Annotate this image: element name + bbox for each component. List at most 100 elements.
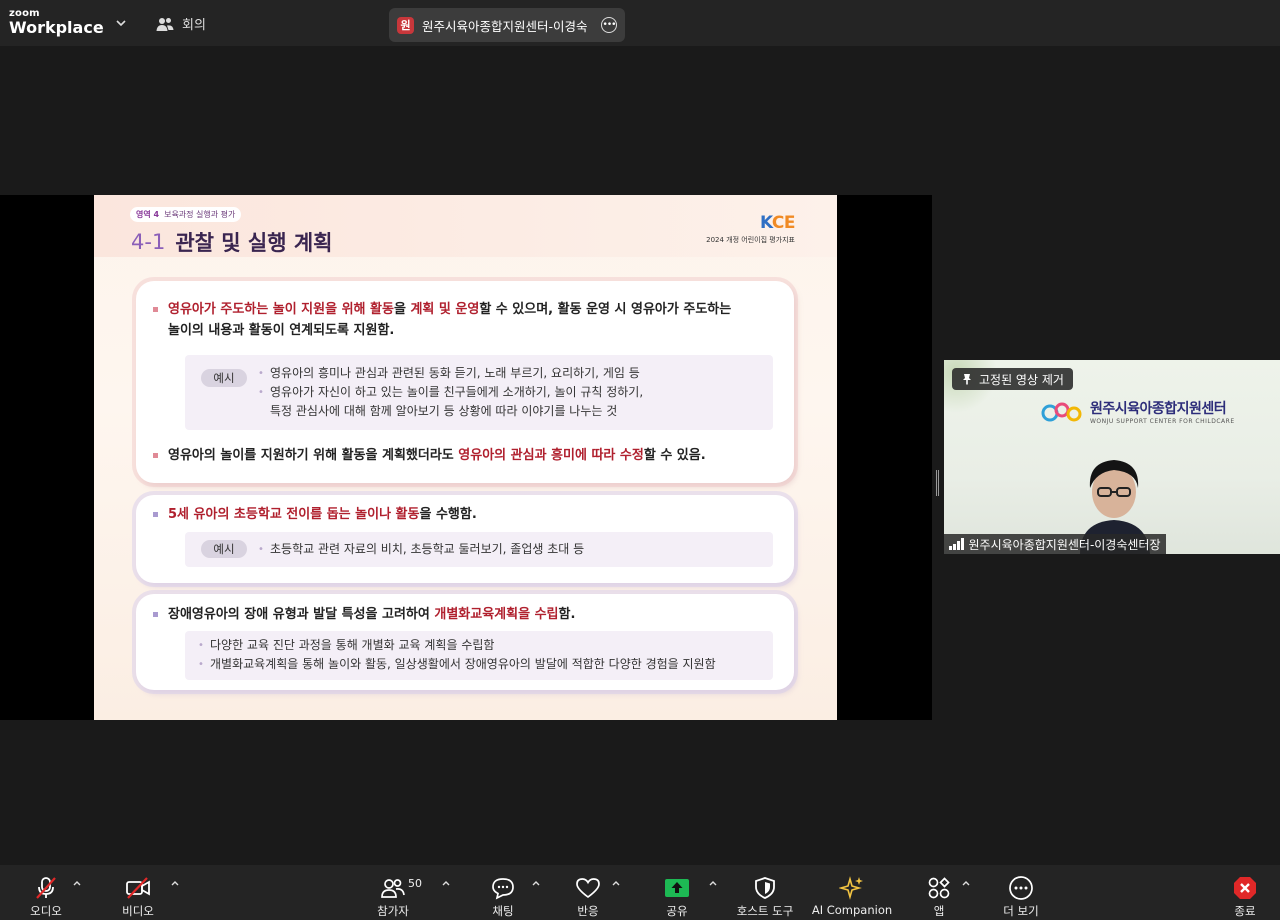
- video-options-caret-icon[interactable]: [170, 879, 180, 887]
- tag-title: 보육과정 실행과 평가: [164, 210, 236, 219]
- resize-handle[interactable]: [936, 470, 939, 496]
- heart-icon: [576, 878, 600, 899]
- speaker-avatar: 원: [397, 16, 414, 34]
- meeting-label: 회의: [182, 18, 206, 33]
- meeting-toolbar: 오디오 비디오 50 참가자 채팅 반응 공유 호스트 도구 AI Compan…: [0, 865, 1280, 920]
- example-line: 초등학교 관련 자료의 비치, 초등학교 둘러보기, 졸업생 초대 등: [258, 540, 584, 559]
- center-logo: 원주시육아종합지원센터 WONJU SUPPORT CENTER FOR CHI…: [1040, 398, 1235, 425]
- text: 을: [393, 302, 411, 317]
- more-options-icon[interactable]: •••: [601, 17, 617, 33]
- highlight: 5세 유아의 초등학교 전이를 돕는 놀이나 활동: [168, 507, 420, 522]
- slide-title-text: 관찰 및 실행 계획: [175, 231, 333, 255]
- example-badge: 예시: [201, 540, 247, 558]
- microphone-muted-icon: [36, 877, 56, 899]
- reactions-button[interactable]: 반응: [573, 865, 603, 920]
- highlight: 영유아의 관심과 흥미에 따라 수정: [458, 448, 644, 463]
- text: 할 수 있음.: [643, 448, 706, 463]
- text: 장애영유아의 장애 유형과 발달 특성을 고려하여: [168, 607, 435, 622]
- pin-icon: [963, 374, 971, 385]
- audio-options-caret-icon[interactable]: [72, 879, 82, 887]
- highlight: 영유아가 주도하는 놀이 지원을 위해 활동: [168, 302, 394, 317]
- center-name-en: WONJU SUPPORT CENTER FOR CHILDCARE: [1090, 418, 1235, 425]
- video-camera-off-icon: [126, 877, 150, 899]
- video-label: 비디오: [122, 904, 154, 918]
- apps-options-caret-icon[interactable]: [961, 879, 971, 887]
- apps-button[interactable]: 앱: [925, 865, 953, 920]
- reactions-options-caret-icon[interactable]: [611, 879, 621, 887]
- signal-icon: [949, 538, 964, 550]
- more-icon: [1009, 876, 1033, 900]
- bullet-2: 영유아의 놀이를 지원하기 위해 활동을 계획했더라도 영유아의 관심과 흥미에…: [153, 445, 778, 466]
- example-box-1: 예시 영유아의 흥미나 관심과 관련된 동화 듣기, 노래 부르기, 요리하기,…: [185, 355, 773, 430]
- text: 영유아의 놀이를 지원하기 위해 활동을 계획했더라도: [168, 448, 459, 463]
- brand-big: Workplace: [9, 18, 104, 37]
- center-name-kr: 원주시육아종합지원센터: [1090, 401, 1227, 417]
- participants-icon: [381, 879, 405, 898]
- chevron-down-icon[interactable]: [114, 16, 128, 30]
- reactions-label: 반응: [577, 904, 599, 918]
- share-button[interactable]: 공유: [662, 865, 692, 920]
- meeting-menu[interactable]: 회의: [156, 14, 206, 33]
- slide-title: 4-1 관찰 및 실행 계획: [131, 227, 333, 257]
- example-line: 개별화교육계획을 통해 놀이와 활동, 일상생활에서 장애영유아의 발달에 적합…: [198, 655, 716, 674]
- participant-name: 원주시육아종합지원센터-이경숙센터장: [968, 537, 1161, 552]
- participants-button[interactable]: 50 참가자: [372, 865, 422, 920]
- more-label: 더 보기: [1003, 904, 1039, 918]
- example-box-2: 예시 초등학교 관련 자료의 비치, 초등학교 둘러보기, 졸업생 초대 등: [185, 532, 773, 567]
- bullet-4: 장애영유아의 장애 유형과 발달 특성을 고려하여 개별화교육계획을 수립함.: [153, 604, 778, 625]
- text: 함.: [558, 607, 576, 622]
- presentation-slide: 영역 4 보육과정 실행과 평가 4-1 관찰 및 실행 계획 KCE 2024…: [94, 195, 837, 720]
- highlight: 계획 및 운영: [410, 302, 480, 317]
- remove-pin-button[interactable]: 고정된 영상 제거: [952, 368, 1073, 390]
- pinned-video-tile[interactable]: 고정된 영상 제거 원주시육아종합지원센터 WONJU SUPPORT CENT…: [944, 360, 1280, 554]
- logo-k: K: [759, 213, 772, 233]
- end-meeting-button[interactable]: 종료: [1230, 865, 1260, 920]
- ai-companion-button[interactable]: AI Companion: [811, 865, 893, 920]
- chat-button[interactable]: 채팅: [488, 865, 518, 920]
- sparkle-icon: [839, 876, 863, 900]
- ai-companion-label: AI Companion: [811, 903, 893, 917]
- audio-button[interactable]: 오디오: [24, 865, 68, 920]
- active-speaker-pill[interactable]: 원 원주시육아종합지원센터-이경숙 •••: [389, 8, 625, 42]
- example-box-3: 다양한 교육 진단 과정을 통해 개별화 교육 계획을 수립함 개별화교육계획을…: [185, 631, 773, 680]
- example-line: 영유아가 자신이 하고 있는 놀이를 친구들에게 소개하기, 놀이 규칙 정하기…: [258, 383, 643, 402]
- bullet-1: 영유아가 주도하는 놀이 지원을 위해 활동을 계획 및 운영할 수 있으며, …: [153, 299, 778, 341]
- participants-options-caret-icon[interactable]: [441, 879, 451, 887]
- chat-label: 채팅: [492, 904, 514, 918]
- slide-title-number: 4-1: [131, 230, 166, 254]
- share-label: 공유: [666, 904, 688, 918]
- bullet-3: 5세 유아의 초등학교 전이를 돕는 놀이나 활동을 수행함.: [153, 504, 778, 525]
- kce-logo: KCE 2024 개정 어린이집 평가지표: [706, 213, 795, 245]
- center-logo-mark: [1041, 402, 1082, 421]
- tag-area: 영역 4: [136, 210, 160, 219]
- apps-icon: [928, 877, 950, 899]
- host-tools-button[interactable]: 호스트 도구: [733, 865, 797, 920]
- remove-pin-label: 고정된 영상 제거: [979, 372, 1064, 387]
- participant-name-bar: 원주시육아종합지원센터-이경숙센터장: [944, 534, 1166, 554]
- end-label: 종료: [1234, 904, 1256, 918]
- slide-area-tag: 영역 4 보육과정 실행과 평가: [130, 207, 242, 222]
- people-icon: [156, 17, 174, 31]
- more-button[interactable]: 더 보기: [999, 865, 1043, 920]
- example-badge: 예시: [201, 369, 247, 387]
- participants-count: 50: [408, 877, 422, 890]
- zoom-workplace-logo[interactable]: zoom Workplace: [9, 9, 104, 36]
- audio-label: 오디오: [30, 904, 62, 918]
- text: 놀이의 내용과 활동이 연계되도록 지원함.: [168, 323, 395, 338]
- speaker-name: 원주시육아종합지원센터-이경숙: [422, 18, 588, 34]
- logo-rest: CE: [771, 213, 796, 233]
- content-card-1: 영유아가 주도하는 놀이 지원을 위해 활동을 계획 및 운영할 수 있으며, …: [136, 281, 794, 483]
- top-bar: zoom Workplace 회의 원 원주시육아종합지원센터-이경숙 •••: [0, 0, 1280, 46]
- chat-icon: [492, 878, 514, 900]
- chat-options-caret-icon[interactable]: [531, 879, 541, 887]
- example-line: 특정 관심사에 대해 함께 알아보기 등 상황에 따라 이야기를 나누는 것: [270, 404, 618, 418]
- video-button[interactable]: 비디오: [116, 865, 160, 920]
- apps-label: 앱: [933, 904, 945, 918]
- highlight: 개별화교육계획을 수립: [434, 607, 559, 622]
- example-line: 영유아의 흥미나 관심과 관련된 동화 듣기, 노래 부르기, 요리하기, 게임…: [258, 364, 643, 383]
- shared-screen: 영역 4 보육과정 실행과 평가 4-1 관찰 및 실행 계획 KCE 2024…: [0, 195, 932, 720]
- share-screen-icon: [665, 879, 689, 897]
- host-tools-label: 호스트 도구: [736, 904, 794, 918]
- share-options-caret-icon[interactable]: [708, 879, 718, 887]
- content-card-2: 5세 유아의 초등학교 전이를 돕는 놀이나 활동을 수행함. 예시 초등학교 …: [136, 495, 794, 583]
